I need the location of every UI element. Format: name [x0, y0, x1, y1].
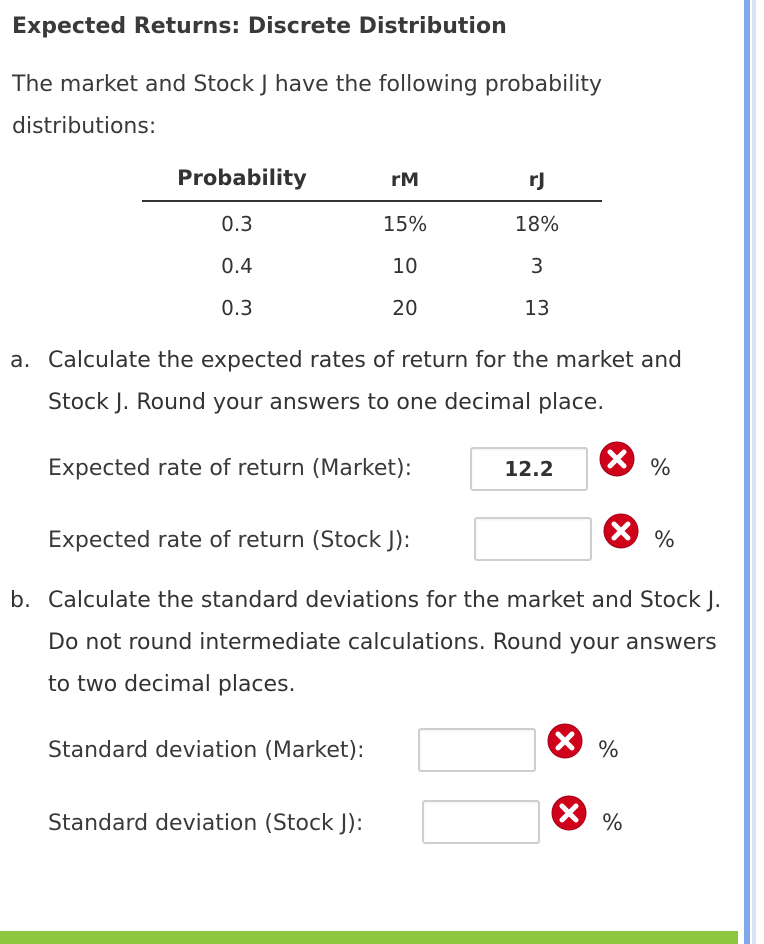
cell-rm: 15% [382, 212, 428, 236]
part-a-letter: a. [10, 348, 31, 373]
part-b-letter: b. [10, 588, 31, 613]
table-row: 0.3 20 13 [142, 286, 602, 328]
header-rj: rJ [528, 169, 546, 191]
bottom-bar [0, 931, 738, 944]
intro-text: The market and Stock J have the followin… [12, 72, 603, 139]
expected-return-stockj-label: Expected rate of return (Stock J): [48, 528, 411, 553]
cell-rm: 20 [392, 296, 418, 320]
cell-rm: 10 [392, 254, 418, 278]
incorrect-icon [547, 723, 583, 759]
unit-percent: % [602, 811, 623, 836]
part-a: a. Calculate the expected rates of retur… [0, 340, 740, 430]
cell-probability: 0.4 [221, 254, 253, 278]
expected-return-market-input[interactable]: 12.2 [470, 447, 588, 491]
cell-probability: 0.3 [221, 296, 253, 320]
header-rm: rM [390, 169, 420, 191]
table-row: 0.3 15% 18% [142, 202, 602, 244]
std-dev-market-input[interactable] [418, 728, 536, 772]
std-dev-market-label: Standard deviation (Market): [48, 738, 365, 763]
std-dev-stockj-label: Standard deviation (Stock J): [48, 811, 364, 836]
part-b-instructions: Calculate the standard deviations for th… [48, 588, 722, 697]
unit-percent: % [654, 528, 675, 553]
cell-rj: 18% [514, 212, 560, 236]
cell-rj: 13 [524, 296, 550, 320]
cell-rj: 3 [530, 254, 544, 278]
unit-percent: % [650, 456, 671, 481]
page-title: Expected Returns: Discrete Distribution [12, 14, 507, 39]
part-b: b. Calculate the standard deviations for… [0, 580, 740, 710]
std-dev-stockj-input[interactable] [422, 800, 540, 844]
scroll-rail-inner [752, 0, 756, 944]
cell-probability: 0.3 [221, 212, 253, 236]
table-row: 0.4 10 3 [142, 244, 602, 286]
header-probability: Probability [177, 166, 307, 190]
unit-percent: % [598, 738, 619, 763]
expected-return-stockj-input[interactable] [474, 517, 592, 561]
table-header: Probability rM rJ [142, 160, 602, 202]
scroll-rail[interactable] [744, 0, 750, 944]
expected-return-market-label: Expected rate of return (Market): [48, 456, 412, 481]
incorrect-icon [551, 795, 587, 831]
incorrect-icon [603, 513, 639, 549]
part-a-instructions: Calculate the expected rates of return f… [48, 348, 683, 415]
incorrect-icon [599, 441, 635, 477]
distribution-table: Probability rM rJ 0.3 15% 18% 0.4 10 3 0… [142, 160, 602, 328]
